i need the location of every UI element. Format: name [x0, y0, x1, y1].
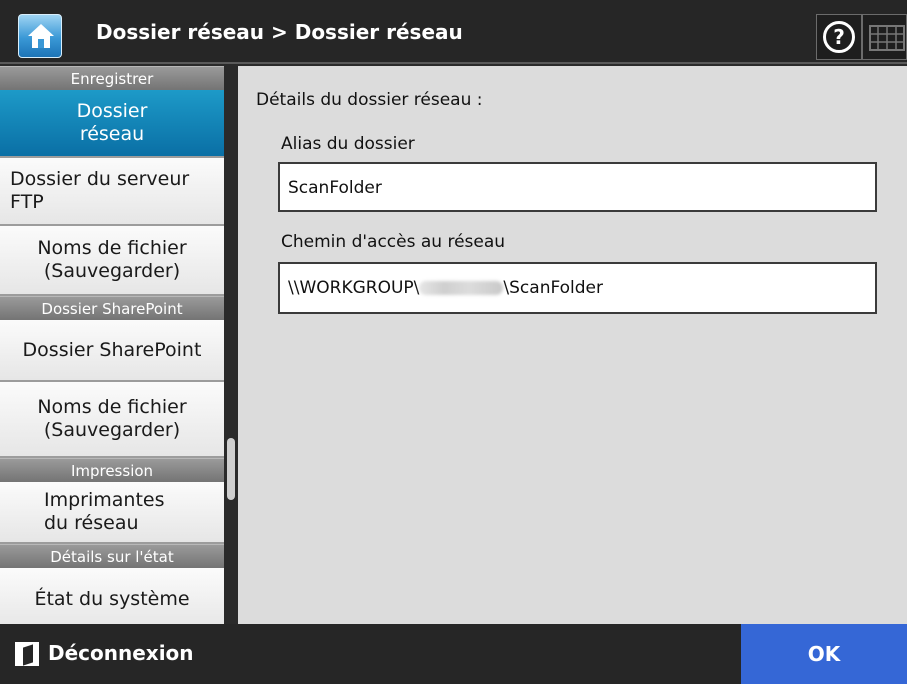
alias-value: ScanFolder	[288, 178, 382, 198]
sidebar-item-noms-fichier-sharepoint[interactable]: Noms de fichier (Sauvegarder)	[0, 382, 224, 458]
scrollbar-thumb[interactable]	[227, 438, 235, 500]
sidebar-item-label: Dossier	[76, 100, 148, 122]
keyboard-button[interactable]	[862, 14, 907, 60]
app-window: Dossier réseau > Dossier réseau ? Enregi…	[0, 0, 907, 684]
section-title: Détails du dossier réseau :	[256, 90, 483, 110]
logout-icon	[15, 642, 39, 666]
sidebar-item-dossier-sharepoint[interactable]: Dossier SharePoint	[0, 320, 224, 382]
sidebar-item-dossier-ftp[interactable]: Dossier du serveur FTP	[0, 158, 224, 226]
sidebar-scrollbar[interactable]	[224, 66, 238, 624]
ok-button[interactable]: OK	[741, 624, 907, 684]
sidebar-item-label: du réseau	[44, 512, 139, 534]
main-panel: Détails du dossier réseau : Alias du dos…	[238, 66, 907, 624]
logout-label: Déconnexion	[48, 641, 194, 665]
sidebar-item-label: (Sauvegarder)	[43, 419, 181, 441]
sidebar-item-label: (Sauvegarder)	[43, 260, 181, 282]
network-path-field: \\WORKGROUP\ \ScanFolder	[278, 262, 877, 314]
sidebar-item-imprimantes[interactable]: Imprimantes du réseau	[0, 482, 224, 544]
header-bar: Dossier réseau > Dossier réseau ?	[0, 0, 907, 64]
sidebar-section-sharepoint: Dossier SharePoint	[0, 296, 224, 320]
sidebar-item-label: État du système	[34, 587, 190, 610]
sidebar-section-impression: Impression	[0, 458, 224, 482]
sidebar-item-dossier-reseau[interactable]: Dossier réseau	[0, 90, 224, 158]
sidebar-item-etat-systeme[interactable]: État du système	[0, 568, 224, 624]
help-button[interactable]: ?	[816, 14, 862, 60]
redacted-hostname	[419, 281, 504, 295]
network-path-value: \\WORKGROUP\ \ScanFolder	[288, 278, 603, 298]
home-button[interactable]	[18, 14, 62, 58]
page-title: Dossier réseau > Dossier réseau	[96, 20, 463, 44]
keyboard-icon	[869, 25, 905, 51]
sidebar-item-label: Dossier SharePoint	[22, 338, 202, 361]
sidebar-item-label: FTP	[10, 191, 44, 213]
alias-label: Alias du dossier	[281, 134, 415, 154]
sidebar-nav: Enregistrer Dossier réseau Dossier du se…	[0, 66, 224, 624]
sidebar-item-label: réseau	[79, 123, 145, 145]
logout-button[interactable]: Déconnexion	[0, 624, 224, 684]
sidebar-item-label: Noms de fichier	[37, 396, 187, 418]
alias-field: ScanFolder	[278, 162, 877, 212]
sidebar-item-noms-fichier[interactable]: Noms de fichier (Sauvegarder)	[0, 226, 224, 296]
home-icon	[28, 24, 54, 48]
path-prefix: \\WORKGROUP\	[288, 278, 420, 298]
help-icon: ?	[823, 21, 855, 53]
sidebar-item-label: Dossier du serveur	[10, 168, 190, 190]
sidebar-item-label: Noms de fichier	[37, 237, 187, 259]
footer-bar: Déconnexion OK	[0, 624, 907, 684]
sidebar-section-enregistrer: Enregistrer	[0, 66, 224, 90]
sidebar-item-label: Imprimantes	[44, 489, 165, 511]
sidebar-section-details-etat: Détails sur l'état	[0, 544, 224, 568]
path-label: Chemin d'accès au réseau	[281, 232, 506, 252]
path-suffix: \ScanFolder	[503, 278, 603, 298]
